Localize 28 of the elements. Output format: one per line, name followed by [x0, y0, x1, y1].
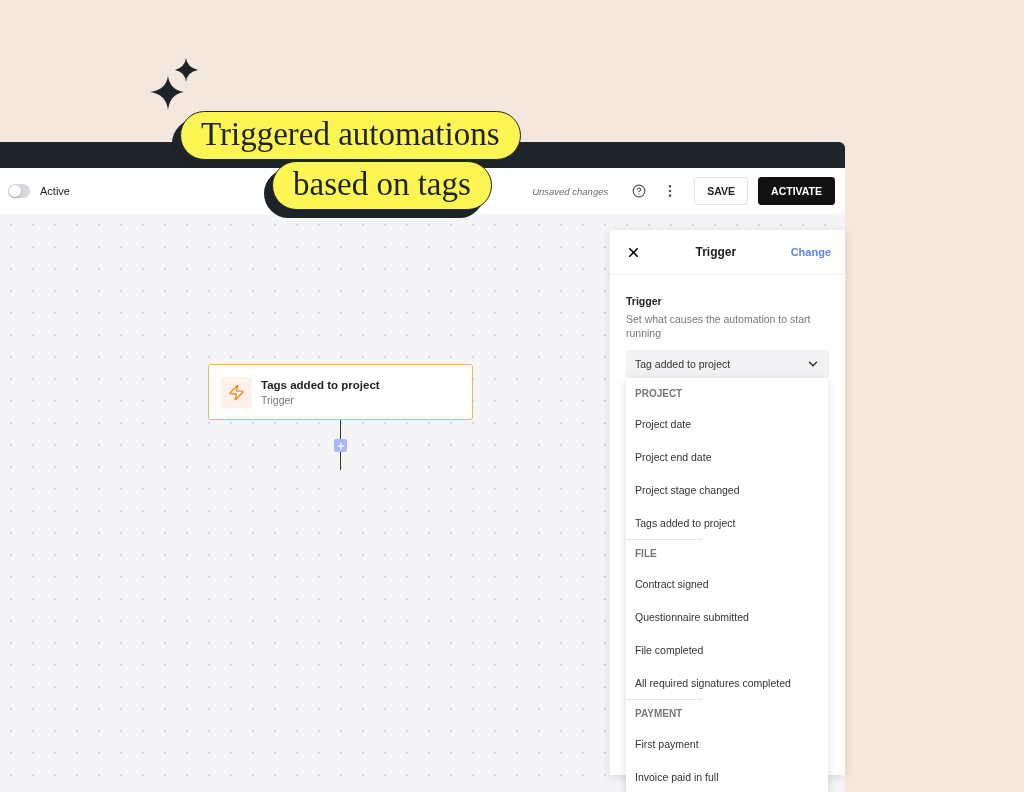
panel-title: Trigger	[695, 245, 737, 259]
menu-item[interactable]: File completed	[626, 633, 828, 666]
trigger-select[interactable]: Tag added to project	[626, 350, 829, 378]
field-help: Set what causes the automation to start running	[626, 312, 812, 340]
menu-item[interactable]: Contract signed	[626, 567, 828, 600]
toggle-switch[interactable]	[8, 184, 30, 198]
menu-item[interactable]: Tags added to project	[626, 506, 828, 539]
menu-item[interactable]: First payment	[626, 727, 828, 760]
menu-heading: FILE	[626, 539, 702, 567]
toggle-label: Active	[40, 185, 70, 197]
menu-item[interactable]: Invoice paid in full	[626, 760, 828, 792]
node-subtitle: Trigger	[261, 393, 295, 406]
field-label: Trigger	[626, 295, 663, 307]
help-icon[interactable]	[632, 184, 647, 198]
node-title: Tags added to project	[261, 378, 380, 391]
activate-button[interactable]: ACTIVATE	[758, 177, 835, 205]
lightning-icon	[221, 376, 252, 408]
change-link[interactable]: Change	[790, 246, 831, 258]
menu-item[interactable]: All required signatures completed	[626, 666, 828, 699]
status-text: Unsaved changes	[532, 185, 609, 197]
save-button[interactable]: SAVE	[694, 177, 749, 205]
menu-item[interactable]: Project end date	[626, 440, 828, 473]
menu-heading: PAYMENT	[626, 699, 702, 727]
menu-heading: PROJECT	[634, 387, 684, 401]
menu-item[interactable]: Project stage changed	[626, 473, 828, 506]
trigger-node[interactable]: Tags added to project Trigger	[208, 364, 473, 420]
menu-item[interactable]: Project date	[626, 407, 828, 440]
menu-item[interactable]: Questionnaire submitted	[626, 600, 828, 633]
